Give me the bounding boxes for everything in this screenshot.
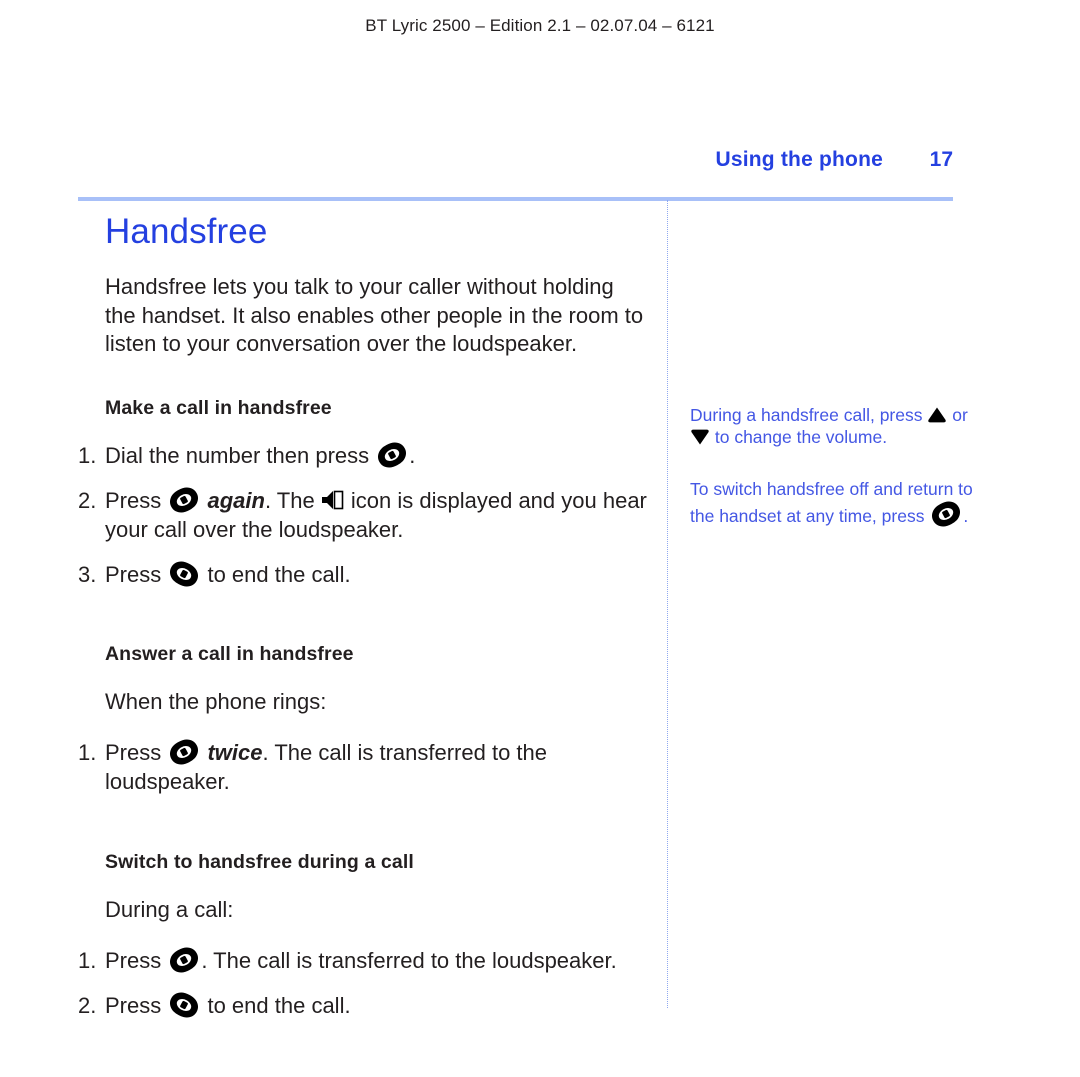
talk-handset-icon	[375, 442, 409, 468]
step-text: Dial the number then press .	[105, 442, 415, 468]
section-heading: Answer a call in handsfree	[105, 643, 354, 666]
main-column: Handsfree Handsfree lets you talk to you…	[78, 212, 648, 1036]
volume-up-icon	[927, 406, 947, 424]
loudspeaker-icon	[321, 488, 345, 512]
column-divider	[667, 200, 669, 1008]
step-item: 3. Press to end the call.	[78, 561, 648, 590]
section-heading: Make a call in handsfree	[105, 397, 332, 420]
section-heading: Switch to handsfree during a call	[105, 850, 414, 873]
step-text: Press to end the call.	[105, 561, 351, 587]
running-header: BT Lyric 2500 – Edition 2.1 – 02.07.04 –…	[365, 16, 715, 35]
talk-handset-icon	[167, 487, 201, 513]
step-item: 2. Press to end the call.	[78, 991, 648, 1021]
step-number: 1.	[78, 740, 97, 766]
step-item: 2. Press again. The icon is displayed and…	[78, 487, 648, 545]
step-number: 3.	[78, 561, 97, 587]
talk-handset-icon	[167, 739, 201, 765]
step-list: 1. Press twice. The call is transferred t…	[78, 739, 648, 797]
end-call-handset-icon	[167, 561, 201, 587]
emphasis-text: again	[201, 488, 265, 513]
step-item: 1. Press . The call is transferred to the…	[78, 947, 648, 976]
side-note: To switch handsfree off and return to th…	[690, 479, 975, 528]
step-list: 1. Press . The call is transferred to the…	[78, 947, 648, 1021]
section-lead-text: When the phone rings:	[105, 689, 327, 715]
section-title: Using the phone	[715, 148, 883, 171]
emphasis-text: twice	[201, 740, 263, 766]
side-notes-host: During a handsfree call, press or to cha…	[690, 405, 975, 528]
step-number: 2.	[78, 488, 97, 513]
side-note: During a handsfree call, press or to cha…	[690, 405, 968, 447]
step-item: 1. Dial the number then press .	[78, 442, 648, 471]
step-text: Press again. The icon is displayed and y…	[105, 487, 647, 542]
page-number: 17	[929, 148, 953, 171]
talk-handset-icon	[167, 947, 201, 973]
end-call-handset-icon	[167, 991, 201, 1018]
step-number: 2.	[78, 992, 97, 1018]
talk-handset-icon	[929, 501, 963, 527]
side-notes-column: During a handsfree call, press or to cha…	[690, 405, 975, 528]
step-item: 1. Press twice. The call is transferred t…	[78, 739, 648, 797]
section-lead-text: During a call:	[105, 896, 234, 922]
step-text: Press twice. The call is transferred to …	[105, 739, 547, 794]
volume-down-icon	[690, 428, 710, 446]
page-header: Using the phone 17	[78, 148, 954, 172]
page-title: Handsfree	[105, 212, 268, 251]
step-number: 1.	[78, 947, 97, 973]
step-number: 1.	[78, 443, 97, 469]
intro-paragraph: Handsfree lets you talk to your caller w…	[105, 273, 644, 357]
sections-host: Make a call in handsfree 1. Dial the numbe…	[78, 397, 648, 1020]
step-list: 1. Dial the number then press . 2. Press ag…	[78, 442, 648, 589]
step-text: Press to end the call.	[105, 991, 351, 1018]
step-text: Press . The call is transferred to the l…	[105, 947, 617, 973]
header-rule	[78, 197, 953, 201]
